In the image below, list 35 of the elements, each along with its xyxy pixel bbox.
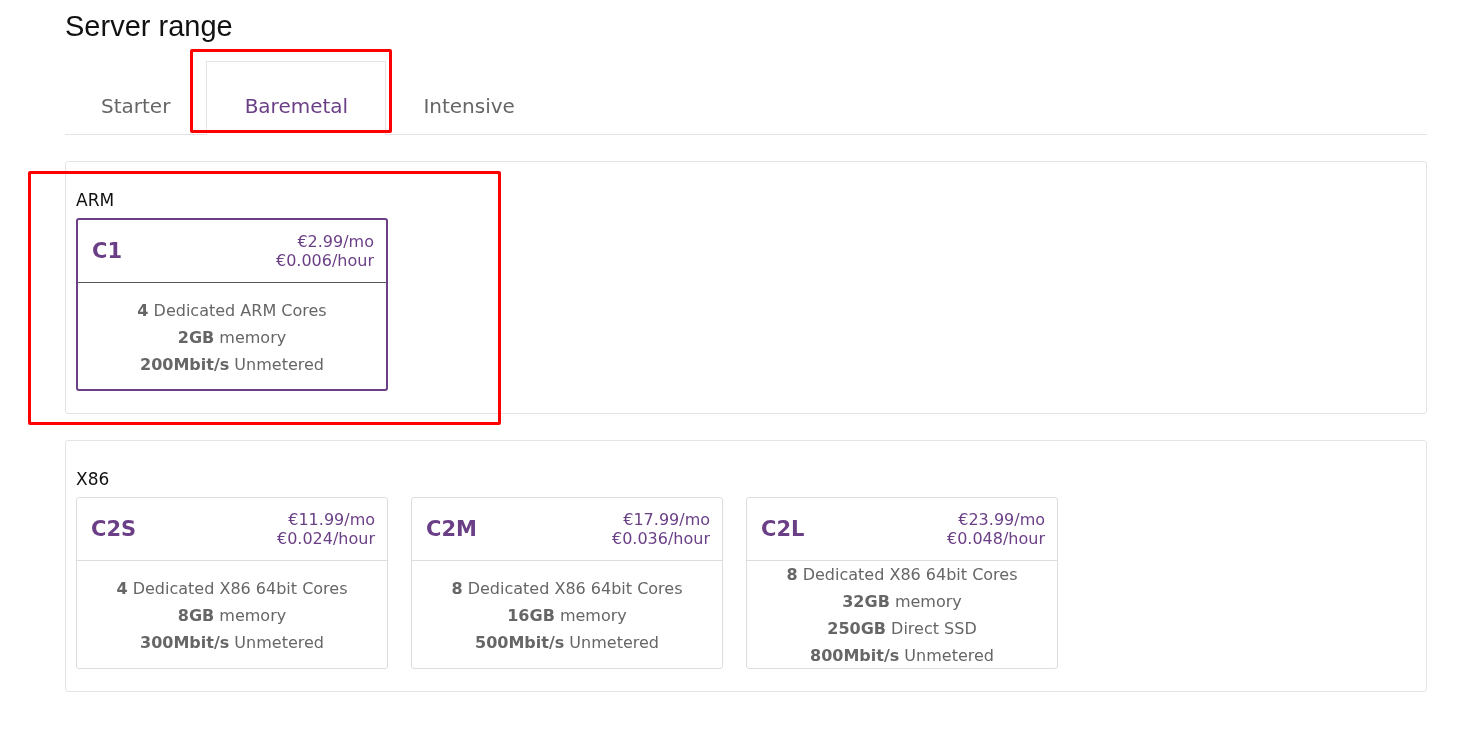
spec-line: 8 Dedicated X86 64bit Cores [451,578,683,599]
server-card[interactable]: C1 €2.99/mo €0.006/hour 4 Dedicated ARM Cores 2GB memory 200Mbit/s Unmetered [76,218,388,391]
page-title: Server range [65,9,234,44]
spec-line: 8GB memory [177,605,287,626]
spec-line: 4 Dedicated X86 64bit Cores [116,578,348,599]
spec-line: 250GB Direct SSD [827,618,977,639]
server-card[interactable]: C2L €23.99/mo €0.048/hour 8 Dedicated X86 64bit Cores 32GB memory 250GB Direct SSD 800Mbit/s Unmetered [746,497,1058,669]
spec-line: 2GB memory [177,327,287,348]
tab[interactable]: Baremetal [206,61,387,135]
section-label: X86 [76,469,111,489]
monthly-price: €23.99/mo [958,510,1045,529]
spec-line: 300Mbit/s Unmetered [140,632,324,653]
monthly-price: €17.99/mo [623,510,710,529]
server-name: C1 [92,239,123,263]
spec-line: 4 Dedicated ARM Cores [137,300,327,321]
spec-line: 16GB memory [507,605,627,626]
section-label: ARM [76,190,116,210]
hourly-price: €0.036/hour [611,529,710,548]
hourly-price: €0.006/hour [275,251,374,270]
monthly-price: €11.99/mo [288,510,375,529]
server-name: C2M [426,517,477,541]
server-card[interactable]: C2M €17.99/mo €0.036/hour 8 Dedicated X86 64bit Cores 16GB memory 500Mbit/s Unmetered [411,497,723,669]
spec-line: 200Mbit/s Unmetered [140,354,324,375]
server-name: C2L [761,517,805,541]
spec-line: 32GB memory [842,591,962,612]
hourly-price: €0.048/hour [946,529,1045,548]
monthly-price: €2.99/mo [297,232,374,251]
tab[interactable]: Starter [65,61,207,135]
spec-line: 8 Dedicated X86 64bit Cores [786,564,1018,585]
tab[interactable]: Intensive [386,61,552,135]
server-card[interactable]: C2S €11.99/mo €0.024/hour 4 Dedicated X86 64bit Cores 8GB memory 300Mbit/s Unmetered [76,497,388,669]
spec-line: 800Mbit/s Unmetered [810,645,994,666]
spec-line: 500Mbit/s Unmetered [475,632,659,653]
server-name: C2S [91,517,137,541]
hourly-price: €0.024/hour [276,529,375,548]
